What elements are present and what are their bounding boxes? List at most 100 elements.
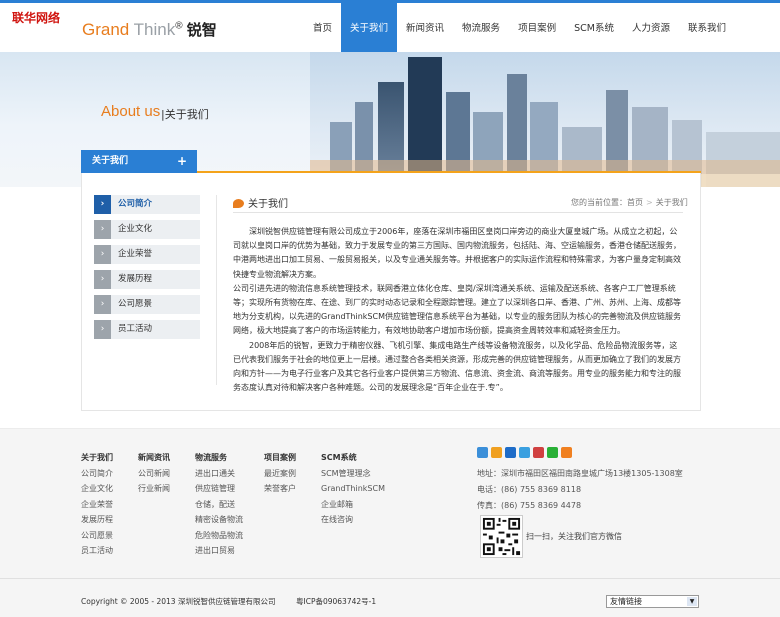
share-more-icon[interactable] (561, 447, 572, 458)
footer-col-scm: SCM系统 SCM管理理念 GrandThinkSCM 企业邮箱 在线咨询 (321, 450, 385, 528)
footer-link[interactable]: 精密设备物流 (195, 512, 243, 528)
footer-link[interactable]: 企业文化 (81, 481, 113, 497)
nav-item-news[interactable]: 新闻资讯 (397, 3, 453, 52)
chevron-right-icon: › (94, 295, 111, 314)
chevron-right-icon: › (94, 195, 111, 214)
nav-item-logistics[interactable]: 物流服务 (453, 3, 509, 52)
logo-cn: 锐智 (182, 22, 217, 39)
side-item-label: 员工活动 (118, 324, 153, 334)
plus-icon[interactable]: + (177, 150, 187, 173)
article-paragraph: 2008年后的锐智，更致力于精密仪器、飞机引擎、集成电路生产线等设备物流服务，以… (233, 340, 681, 393)
sidenav-header: 关于我们 + (81, 150, 197, 173)
share-wechat-icon[interactable] (547, 447, 558, 458)
footer-col-about: 关于我们 公司简介 企业文化 企业荣誉 发展历程 公司愿景 员工活动 (81, 450, 113, 559)
breadcrumb-label: 您的当前位置： (571, 198, 627, 207)
article-body: 深圳锐智供应链管理有限公司成立于2006年，座落在深圳市福田区皇岗口岸旁边的商业… (233, 225, 685, 395)
footer-col-title: 物流服务 (195, 453, 227, 462)
watermark-text: 联华网络 (12, 11, 61, 25)
article-paragraph: 公司引进先进的物流信息系统管理技术，联网香港立体化仓库、皇岗/深圳湾通关系统、运… (233, 283, 681, 336)
footer-divider (0, 578, 780, 579)
side-item-label: 公司愿景 (118, 299, 153, 309)
article-paragraph: 深圳锐智供应链管理有限公司成立于2006年，座落在深圳市福田区皇岗口岸旁边的商业… (233, 227, 681, 279)
footer-link[interactable]: 发展历程 (81, 512, 113, 528)
side-item-label: 公司简介 (118, 199, 153, 209)
chat-bubble-icon (233, 199, 244, 208)
breadcrumb-home[interactable]: 首页 (627, 198, 643, 207)
side-item-label: 发展历程 (118, 274, 153, 284)
side-item-activities[interactable]: › 员工活动 (94, 320, 200, 339)
chevron-down-icon: ▼ (687, 597, 697, 606)
qr-caption: 扫一扫，关注我们官方微信 (526, 532, 622, 541)
friend-links-select[interactable]: 友情链接 ▼ (606, 595, 699, 608)
article-title-text: 关于我们 (248, 199, 288, 210)
contact-address: 地址：深圳市福田区福田南路皇城广场13楼1305-1308室 (477, 469, 683, 478)
footer-link[interactable]: 公司愿景 (81, 528, 113, 544)
footer-link[interactable]: 进出口贸易 (195, 543, 243, 559)
wechat-qr-code (480, 515, 523, 558)
share-icons (477, 447, 572, 458)
footer-link[interactable]: 供应链管理 (195, 481, 243, 497)
footer-col-cases: 项目案例 最近案例 荣誉客户 (264, 450, 296, 497)
logo-grand: Grand (82, 20, 130, 39)
icp-license[interactable]: 粤ICP备09063742号-1 (296, 596, 376, 607)
logo-think: Think (129, 20, 176, 39)
contact-info: 地址：深圳市福田区福田南路皇城广场13楼1305-1308室 电话：(86) 7… (477, 466, 683, 514)
chevron-right-icon: › (94, 220, 111, 239)
footer-link[interactable]: 员工活动 (81, 543, 113, 559)
footer-link[interactable]: 荣誉客户 (264, 481, 296, 497)
chevron-right-icon: › (94, 245, 111, 264)
footer-link[interactable]: 公司简介 (81, 466, 113, 482)
share-netease-icon[interactable] (533, 447, 544, 458)
logo-registered: ® (175, 20, 183, 32)
footer-link[interactable]: 最近案例 (264, 466, 296, 482)
side-item-culture[interactable]: › 企业文化 (94, 220, 200, 239)
chevron-right-icon: › (94, 320, 111, 339)
nav-item-hr[interactable]: 人力资源 (623, 3, 679, 52)
side-item-profile[interactable]: › 公司简介 (94, 195, 200, 214)
breadcrumb-separator: > (646, 198, 653, 207)
vertical-divider (216, 195, 217, 385)
share-tencent-icon[interactable] (519, 447, 530, 458)
footer-col-title: 新闻资讯 (138, 453, 170, 462)
breadcrumb: 您的当前位置：首页 > 关于我们 (571, 197, 688, 208)
breadcrumb-current[interactable]: 关于我们 (656, 198, 688, 207)
footer (0, 428, 780, 617)
main-nav: 首页 关于我们 新闻资讯 物流服务 项目案例 SCM系统 人力资源 联系我们 (304, 3, 735, 52)
footer-link[interactable]: SCM管理理念 (321, 466, 385, 482)
share-renren-icon[interactable] (505, 447, 516, 458)
share-qzone-icon[interactable] (477, 447, 488, 458)
footer-col-title: 关于我们 (81, 453, 113, 462)
chevron-right-icon: › (94, 270, 111, 289)
side-item-honors[interactable]: › 企业荣誉 (94, 245, 200, 264)
footer-col-title: SCM系统 (321, 453, 357, 462)
footer-link[interactable]: 仓储，配送 (195, 497, 243, 513)
copyright-text: Copyright © 2005 - 2013 深圳锐智供应链管理有限公司 (81, 597, 276, 606)
banner-title-en: About us (101, 103, 161, 120)
article-title: 关于我们 (233, 195, 288, 210)
footer-col-news: 新闻资讯 公司新闻 行业新闻 (138, 450, 170, 497)
side-item-history[interactable]: › 发展历程 (94, 270, 200, 289)
footer-link[interactable]: GrandThinkSCM (321, 481, 385, 497)
footer-col-title: 项目案例 (264, 453, 296, 462)
nav-item-contact[interactable]: 联系我们 (679, 3, 735, 52)
share-weibo-icon[interactable] (491, 447, 502, 458)
footer-link[interactable]: 企业荣誉 (81, 497, 113, 513)
nav-item-home[interactable]: 首页 (304, 3, 341, 52)
nav-item-cases[interactable]: 项目案例 (509, 3, 565, 52)
site-logo[interactable]: Grand Think® 锐智 (82, 19, 217, 40)
footer-link[interactable]: 危险物品物流 (195, 528, 243, 544)
footer-link[interactable]: 行业新闻 (138, 481, 170, 497)
side-item-vision[interactable]: › 公司愿景 (94, 295, 200, 314)
footer-link[interactable]: 企业邮箱 (321, 497, 385, 513)
side-menu: › 公司简介 › 企业文化 › 企业荣誉 › 发展历程 › 公司愿景 › 员工活动 (94, 195, 200, 345)
footer-link[interactable]: 公司新闻 (138, 466, 170, 482)
nav-item-scm[interactable]: SCM系统 (565, 3, 623, 52)
contact-phone: 电话：(86) 755 8369 8118 (477, 485, 582, 494)
sidenav-title: 关于我们 (92, 156, 129, 166)
footer-link[interactable]: 进出口通关 (195, 466, 243, 482)
side-item-label: 企业荣誉 (118, 249, 153, 259)
footer-col-logistics: 物流服务 进出口通关 供应链管理 仓储，配送 精密设备物流 危险物品物流 进出口… (195, 450, 243, 559)
nav-item-about[interactable]: 关于我们 (341, 3, 398, 52)
article-divider (233, 212, 683, 213)
footer-link[interactable]: 在线咨询 (321, 512, 385, 528)
